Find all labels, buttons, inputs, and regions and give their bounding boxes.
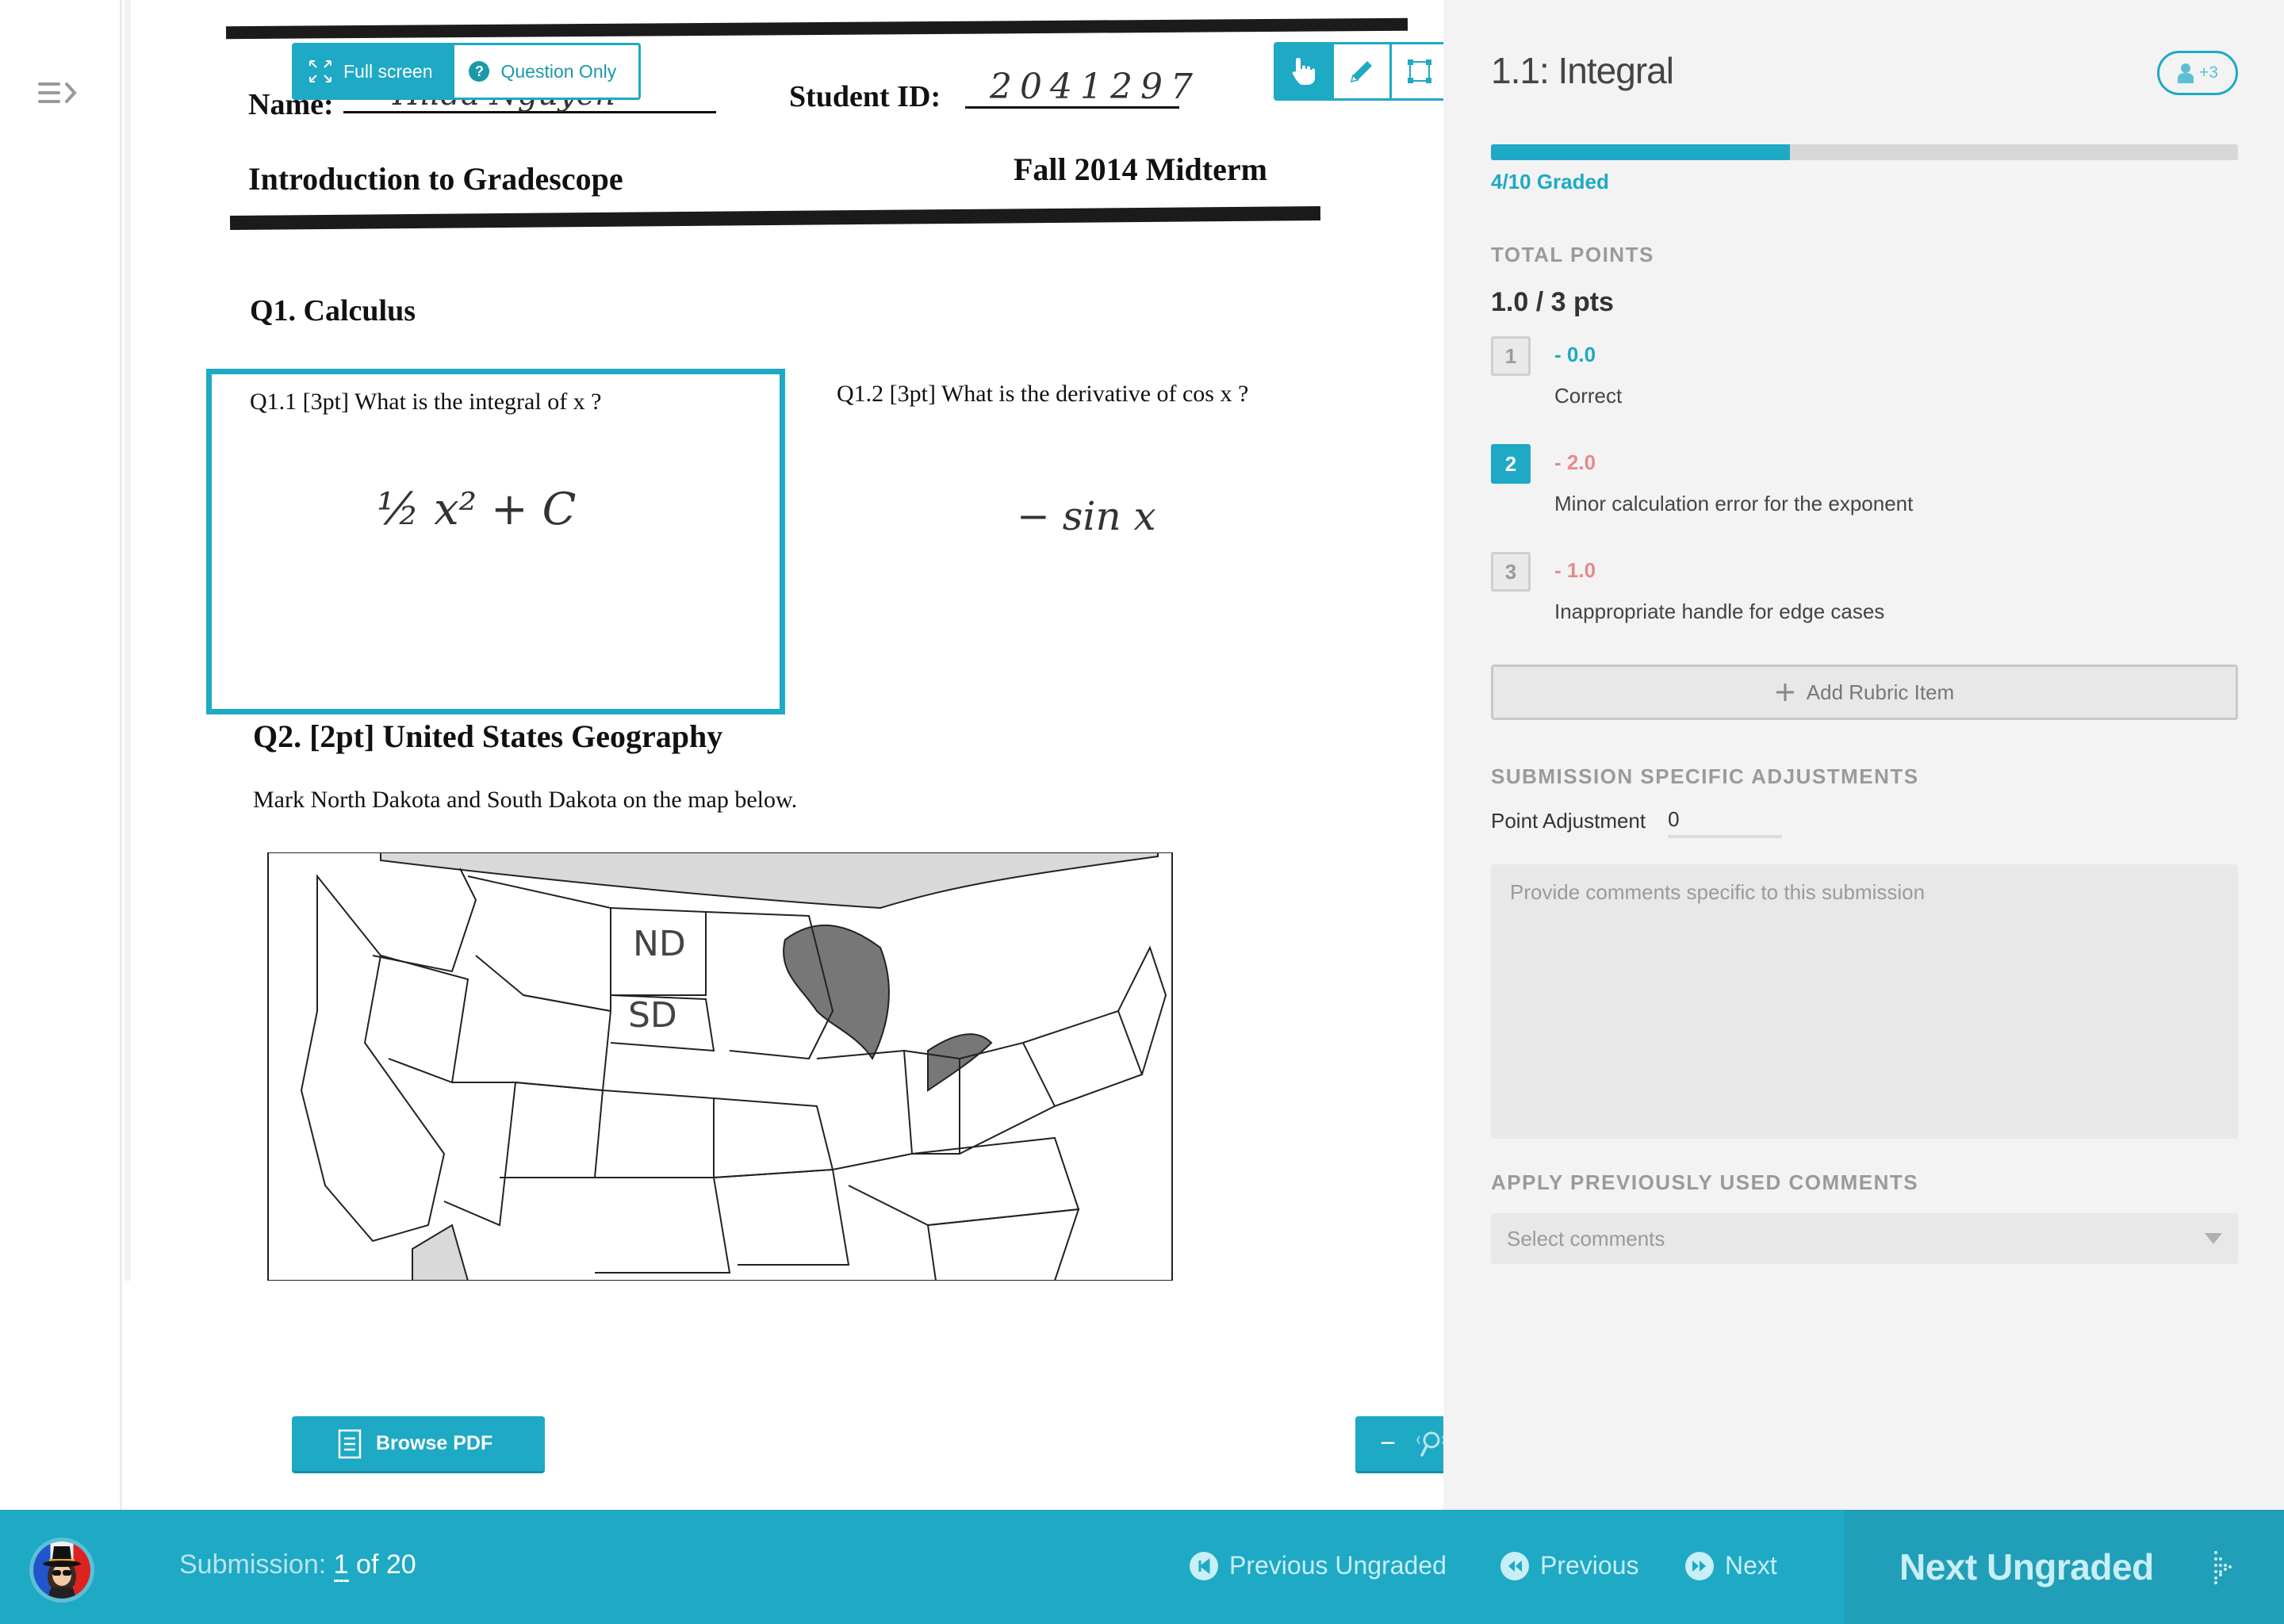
rubric-item-points: - 1.0 xyxy=(1554,558,1596,582)
next-label: Next xyxy=(1725,1551,1777,1580)
submission-total: of 20 xyxy=(356,1549,416,1580)
skip-back-icon xyxy=(1190,1551,1218,1580)
pointer-tool-button[interactable] xyxy=(1276,44,1332,98)
rewind-icon xyxy=(1500,1551,1529,1580)
submission-comment-textarea[interactable] xyxy=(1491,864,2238,1139)
question-icon: ? xyxy=(469,61,490,82)
scanned-page: Name: Hilda Nguyen Student ID: 2041297 I… xyxy=(125,0,1425,1281)
select-comments-dropdown[interactable]: Select comments xyxy=(1491,1213,2238,1264)
point-adjustment-label: Point Adjustment xyxy=(1491,809,1646,833)
previous-label: Previous xyxy=(1540,1551,1639,1580)
student-id-label: Student ID: xyxy=(789,80,941,113)
expand-icon xyxy=(309,60,331,82)
rubric-item-points: - 2.0 xyxy=(1554,450,1596,474)
rubric-item-key[interactable]: 3 xyxy=(1491,552,1531,592)
submission-prefix: Submission: xyxy=(179,1549,327,1580)
expand-menu-icon[interactable] xyxy=(38,79,82,106)
submission-counter: Submission: 1 of 20 xyxy=(179,1549,416,1582)
question-title: 1.1: Integral xyxy=(1491,50,1674,91)
next-ungraded-button[interactable]: Next Ungraded xyxy=(1844,1510,2284,1624)
rubric-item-points: - 0.0 xyxy=(1554,343,1596,366)
left-rail xyxy=(0,0,122,1510)
point-adjustment-input[interactable] xyxy=(1668,804,1783,838)
magnifier-icon xyxy=(1416,1431,1445,1457)
exam-title: Fall 2014 Midterm xyxy=(1014,151,1267,187)
avatar-image xyxy=(43,1546,81,1599)
rubric-item[interactable]: 2 - 2.0 Minor calculation error for the ex… xyxy=(1491,444,2238,531)
browse-pdf-button[interactable]: Browse PDF xyxy=(292,1416,545,1473)
pen-tool-button[interactable] xyxy=(1334,44,1389,98)
previous-button[interactable]: Previous xyxy=(1500,1551,1639,1580)
question-region-highlight[interactable] xyxy=(206,369,785,714)
dotted-arrow-icon xyxy=(2213,1551,2232,1584)
full-screen-label: Full screen xyxy=(343,60,433,82)
previous-ungraded-label: Previous Ungraded xyxy=(1229,1551,1447,1580)
graded-count: 4/10 Graded xyxy=(1491,170,1609,193)
box-tool-button[interactable] xyxy=(1392,44,1447,98)
previous-ungraded-button[interactable]: Previous Ungraded xyxy=(1190,1551,1447,1580)
rubric-item[interactable]: 1 - 0.0 Correct xyxy=(1491,336,2238,423)
zoom-out-button[interactable]: − xyxy=(1372,1424,1404,1464)
full-screen-button[interactable]: Full screen xyxy=(294,45,455,98)
q2-prompt: Mark North Dakota and South Dakota on th… xyxy=(253,787,798,813)
submission-current-input[interactable]: 1 xyxy=(333,1549,349,1582)
q1-2-prompt: Q1.2 [3pt] What is the derivative of cos… xyxy=(837,381,1249,407)
q1-2-answer: − sin x xyxy=(1017,493,1156,539)
map-label-nd: ND xyxy=(633,924,686,964)
submission-nav-bar: Submission: 1 of 20 Previous Ungraded Pr… xyxy=(0,1510,2284,1624)
add-rubric-item-button[interactable]: Add Rubric Item xyxy=(1491,665,2238,720)
previous-comments-heading: APPLY PREVIOUSLY USED COMMENTS xyxy=(1491,1170,1919,1194)
grading-progress-fill xyxy=(1491,144,1790,160)
us-map: ND SD xyxy=(267,852,1173,1281)
select-comments-placeholder: Select comments xyxy=(1507,1226,1665,1251)
view-mode-toggle: Full screen ? Question Only xyxy=(292,43,642,100)
rubric-item[interactable]: 3 - 1.0 Inappropriate handle for edge case… xyxy=(1491,552,2238,639)
rubric-item-description: Inappropriate handle for edge cases xyxy=(1554,599,1885,623)
next-button[interactable]: Next xyxy=(1685,1551,1777,1580)
collaborators-count: +3 xyxy=(2199,63,2218,82)
zoom-reset-button[interactable] xyxy=(1415,1424,1447,1464)
grading-app: Name: Hilda Nguyen Student ID: 2041297 I… xyxy=(0,0,2284,1624)
rubric-item-key[interactable]: 1 xyxy=(1491,336,1531,376)
rubric-item-description: Minor calculation error for the exponent xyxy=(1554,492,1914,515)
total-points-value: 1.0 / 3 pts xyxy=(1491,287,1614,317)
document-viewer: Name: Hilda Nguyen Student ID: 2041297 I… xyxy=(125,0,1508,1510)
add-rubric-item-label: Add Rubric Item xyxy=(1806,680,1955,704)
page-rule xyxy=(229,206,1321,230)
fast-forward-icon xyxy=(1685,1551,1714,1580)
grading-panel: 1.1: Integral +3 4/10 Graded TOTAL POINT… xyxy=(1443,0,2284,1510)
rubric-item-key[interactable]: 2 xyxy=(1491,444,1531,484)
chevron-down-icon xyxy=(2205,1233,2222,1244)
rubric-item-description: Correct xyxy=(1554,384,1623,408)
document-icon xyxy=(338,1429,362,1458)
box-select-icon xyxy=(1408,59,1431,83)
adjustments-heading: SUBMISSION SPECIFIC ADJUSTMENTS xyxy=(1491,764,1919,788)
student-id-handwritten: 2041297 xyxy=(990,67,1201,107)
collaborators-button[interactable]: +3 xyxy=(2157,51,2238,95)
map-label-sd: SD xyxy=(628,995,677,1036)
q1-heading: Q1. Calculus xyxy=(250,294,416,327)
total-points-heading: TOTAL POINTS xyxy=(1491,243,1654,266)
question-only-button[interactable]: ? Question Only xyxy=(454,45,639,98)
user-icon xyxy=(2178,63,2194,83)
browse-pdf-label: Browse PDF xyxy=(376,1432,493,1454)
hand-pointer-icon xyxy=(1292,58,1315,85)
plus-icon xyxy=(1776,684,1794,701)
q2-heading: Q2. [2pt] United States Geography xyxy=(253,718,723,754)
grading-progress-bar xyxy=(1491,144,2238,160)
course-title: Introduction to Gradescope xyxy=(248,161,623,197)
user-avatar[interactable] xyxy=(29,1538,94,1603)
point-adjustment-row: Point Adjustment xyxy=(1491,804,1783,838)
page-rule xyxy=(225,17,1408,40)
pencil-icon xyxy=(1350,61,1372,83)
next-ungraded-label: Next Ungraded xyxy=(1899,1546,2154,1588)
question-only-label: Question Only xyxy=(500,60,617,82)
